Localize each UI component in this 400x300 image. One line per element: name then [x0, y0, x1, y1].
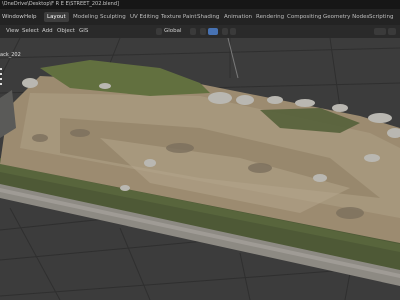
visibility-icon[interactable]	[374, 28, 386, 35]
menu-object[interactable]: Object	[57, 25, 75, 38]
top-menu-bar: Window Help Layout Modeling Sculpting UV…	[0, 9, 400, 25]
gizmo-icon[interactable]	[388, 28, 396, 35]
tab-uv-editing[interactable]: UV Editing	[127, 12, 162, 22]
viewport-header: View Select Add Object GIS Global	[0, 25, 400, 39]
viewport-scene	[0, 38, 400, 300]
menu-view[interactable]: View	[6, 25, 19, 38]
orientation-icon[interactable]	[156, 28, 162, 35]
3d-viewport[interactable]	[0, 38, 400, 300]
menu-add[interactable]: Add	[42, 25, 53, 38]
title-bar: \OneDrive\Desktop\F R E E\STREET_202.ble…	[0, 0, 400, 9]
tab-geometry-nodes[interactable]: Geometry Nodes	[320, 12, 372, 22]
proportional-edit-icon[interactable]	[222, 28, 228, 35]
tab-compositing[interactable]: Compositing	[284, 12, 324, 22]
tab-rendering[interactable]: Rendering	[253, 12, 287, 22]
tab-shading[interactable]: Shading	[194, 12, 222, 22]
transform-orientation-dropdown[interactable]: Global	[164, 25, 182, 38]
menu-select[interactable]: Select	[22, 25, 39, 38]
object-label: ack_202	[0, 52, 21, 58]
menu-help[interactable]: Help	[24, 9, 37, 25]
left-toolbar-marks	[0, 68, 3, 88]
tab-layout[interactable]: Layout	[44, 12, 69, 22]
tab-sculpting[interactable]: Sculpting	[97, 12, 129, 22]
snap-icon[interactable]	[200, 28, 206, 35]
pivot-icon[interactable]	[190, 28, 196, 35]
tab-animation[interactable]: Animation	[221, 12, 255, 22]
menu-window[interactable]: Window	[2, 9, 24, 25]
window-title: \OneDrive\Desktop\F R E E\STREET_202.ble…	[2, 1, 119, 7]
menu-gis[interactable]: GIS	[79, 25, 88, 38]
snap-toggle-icon[interactable]	[208, 28, 218, 35]
falloff-icon[interactable]	[230, 28, 236, 35]
tab-scripting[interactable]: Scripting	[366, 12, 396, 22]
